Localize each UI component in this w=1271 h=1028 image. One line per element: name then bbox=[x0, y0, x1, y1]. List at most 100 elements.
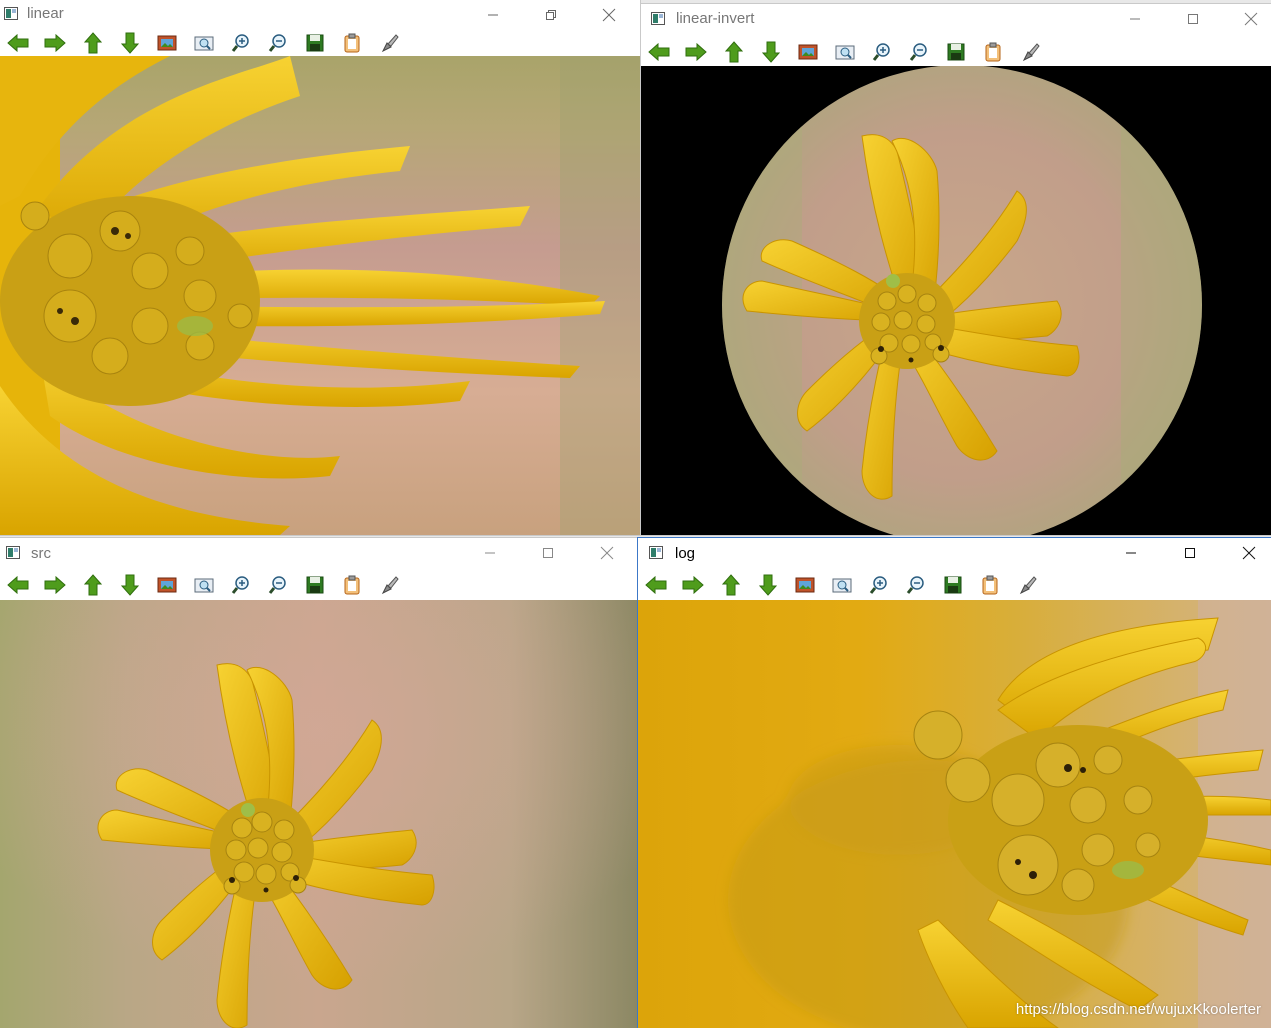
close-button[interactable] bbox=[1226, 538, 1271, 568]
titlebar[interactable]: src bbox=[0, 538, 637, 568]
zoom-in-button[interactable] bbox=[230, 574, 252, 596]
save-button[interactable] bbox=[942, 574, 964, 596]
arrow-up-icon bbox=[725, 41, 743, 63]
arrow-left-button[interactable] bbox=[645, 574, 667, 596]
arrow-up-button[interactable] bbox=[82, 574, 104, 596]
image-button[interactable] bbox=[156, 32, 178, 54]
image-button[interactable] bbox=[797, 41, 819, 63]
minimize-icon bbox=[488, 14, 498, 16]
image-view-linear-invert[interactable] bbox=[641, 66, 1271, 535]
arrow-down-icon bbox=[762, 41, 780, 63]
maximize-button[interactable] bbox=[1170, 4, 1216, 34]
arrow-up-button[interactable] bbox=[720, 574, 742, 596]
copy-button[interactable] bbox=[341, 574, 363, 596]
properties-icon bbox=[381, 576, 399, 595]
zoom-out-button[interactable] bbox=[267, 574, 289, 596]
maximize-button[interactable] bbox=[1167, 538, 1213, 568]
minimize-button[interactable] bbox=[1112, 4, 1158, 34]
restore-button[interactable] bbox=[528, 0, 574, 30]
minimize-button[interactable] bbox=[467, 538, 513, 568]
properties-button[interactable] bbox=[1016, 574, 1038, 596]
zoom-out-icon bbox=[268, 576, 286, 594]
zoom-fit-button[interactable] bbox=[834, 41, 856, 63]
zoom-in-button[interactable] bbox=[230, 32, 252, 54]
zoom-fit-icon bbox=[832, 578, 852, 593]
zoom-out-button[interactable] bbox=[267, 32, 289, 54]
window-title: linear bbox=[27, 5, 64, 22]
zoom-fit-button[interactable] bbox=[193, 32, 215, 54]
properties-icon bbox=[1019, 576, 1037, 595]
arrow-down-button[interactable] bbox=[760, 41, 782, 63]
window-src[interactable]: src bbox=[0, 538, 637, 1028]
arrow-right-button[interactable] bbox=[44, 574, 66, 596]
zoom-in-icon bbox=[231, 576, 249, 594]
image-icon bbox=[157, 577, 177, 593]
image-icon bbox=[795, 577, 815, 593]
arrow-up-button[interactable] bbox=[82, 32, 104, 54]
arrow-right-icon bbox=[682, 576, 704, 594]
copy-icon bbox=[985, 42, 1001, 62]
close-button[interactable] bbox=[586, 0, 632, 30]
src-image bbox=[0, 600, 637, 1028]
zoom-in-button[interactable] bbox=[868, 574, 890, 596]
copy-button[interactable] bbox=[979, 574, 1001, 596]
close-icon bbox=[600, 546, 614, 560]
minimize-button[interactable] bbox=[1108, 538, 1154, 568]
arrow-down-button[interactable] bbox=[757, 574, 779, 596]
copy-button[interactable] bbox=[341, 32, 363, 54]
copy-icon bbox=[344, 575, 360, 595]
save-button[interactable] bbox=[304, 32, 326, 54]
maximize-icon bbox=[1185, 548, 1195, 558]
zoom-out-button[interactable] bbox=[905, 574, 927, 596]
zoom-fit-button[interactable] bbox=[831, 574, 853, 596]
zoom-out-icon bbox=[906, 576, 924, 594]
window-title: log bbox=[675, 545, 696, 562]
arrow-right-icon bbox=[44, 34, 66, 52]
arrow-down-button[interactable] bbox=[119, 32, 141, 54]
image-icon bbox=[798, 44, 818, 60]
zoom-in-button[interactable] bbox=[871, 41, 893, 63]
arrow-right-button[interactable] bbox=[682, 574, 704, 596]
image-button[interactable] bbox=[794, 574, 816, 596]
zoom-fit-button[interactable] bbox=[193, 574, 215, 596]
image-view-src[interactable] bbox=[0, 600, 637, 1028]
titlebar[interactable]: log bbox=[638, 538, 1271, 568]
arrow-left-button[interactable] bbox=[7, 574, 29, 596]
arrow-right-button[interactable] bbox=[685, 41, 707, 63]
save-button[interactable] bbox=[945, 41, 967, 63]
copy-button[interactable] bbox=[982, 41, 1004, 63]
close-button[interactable] bbox=[1228, 4, 1271, 34]
image-view-log[interactable]: https://blog.csdn.net/wujuxKkoolerter bbox=[638, 600, 1271, 1028]
arrow-up-icon bbox=[84, 32, 102, 54]
arrow-right-button[interactable] bbox=[44, 32, 66, 54]
properties-button[interactable] bbox=[378, 32, 400, 54]
window-title: src bbox=[31, 545, 51, 562]
titlebar[interactable]: linear bbox=[0, 0, 640, 30]
close-button[interactable] bbox=[584, 538, 630, 568]
zoom-out-icon bbox=[909, 43, 927, 61]
arrow-up-icon bbox=[722, 574, 740, 596]
save-icon bbox=[947, 43, 965, 61]
arrow-down-icon bbox=[121, 32, 139, 54]
arrow-down-button[interactable] bbox=[119, 574, 141, 596]
arrow-right-icon bbox=[685, 43, 707, 61]
linear-invert-image bbox=[641, 66, 1271, 535]
minimize-icon bbox=[1130, 18, 1140, 20]
titlebar[interactable]: linear-invert bbox=[641, 4, 1271, 34]
properties-button[interactable] bbox=[1019, 41, 1041, 63]
arrow-up-button[interactable] bbox=[723, 41, 745, 63]
properties-icon bbox=[381, 34, 399, 53]
window-title: linear-invert bbox=[676, 10, 755, 27]
window-log[interactable]: log https://blog.csdn.net/wujuxKkoolerte… bbox=[638, 538, 1271, 1028]
properties-button[interactable] bbox=[378, 574, 400, 596]
image-button[interactable] bbox=[156, 574, 178, 596]
arrow-left-button[interactable] bbox=[648, 41, 670, 63]
maximize-button[interactable] bbox=[525, 538, 571, 568]
arrow-left-button[interactable] bbox=[7, 32, 29, 54]
image-view-linear[interactable] bbox=[0, 56, 640, 535]
window-linear[interactable]: linear bbox=[0, 0, 640, 535]
zoom-out-button[interactable] bbox=[908, 41, 930, 63]
window-linear-invert[interactable]: linear-invert bbox=[641, 4, 1271, 535]
minimize-button[interactable] bbox=[470, 0, 516, 30]
save-button[interactable] bbox=[304, 574, 326, 596]
